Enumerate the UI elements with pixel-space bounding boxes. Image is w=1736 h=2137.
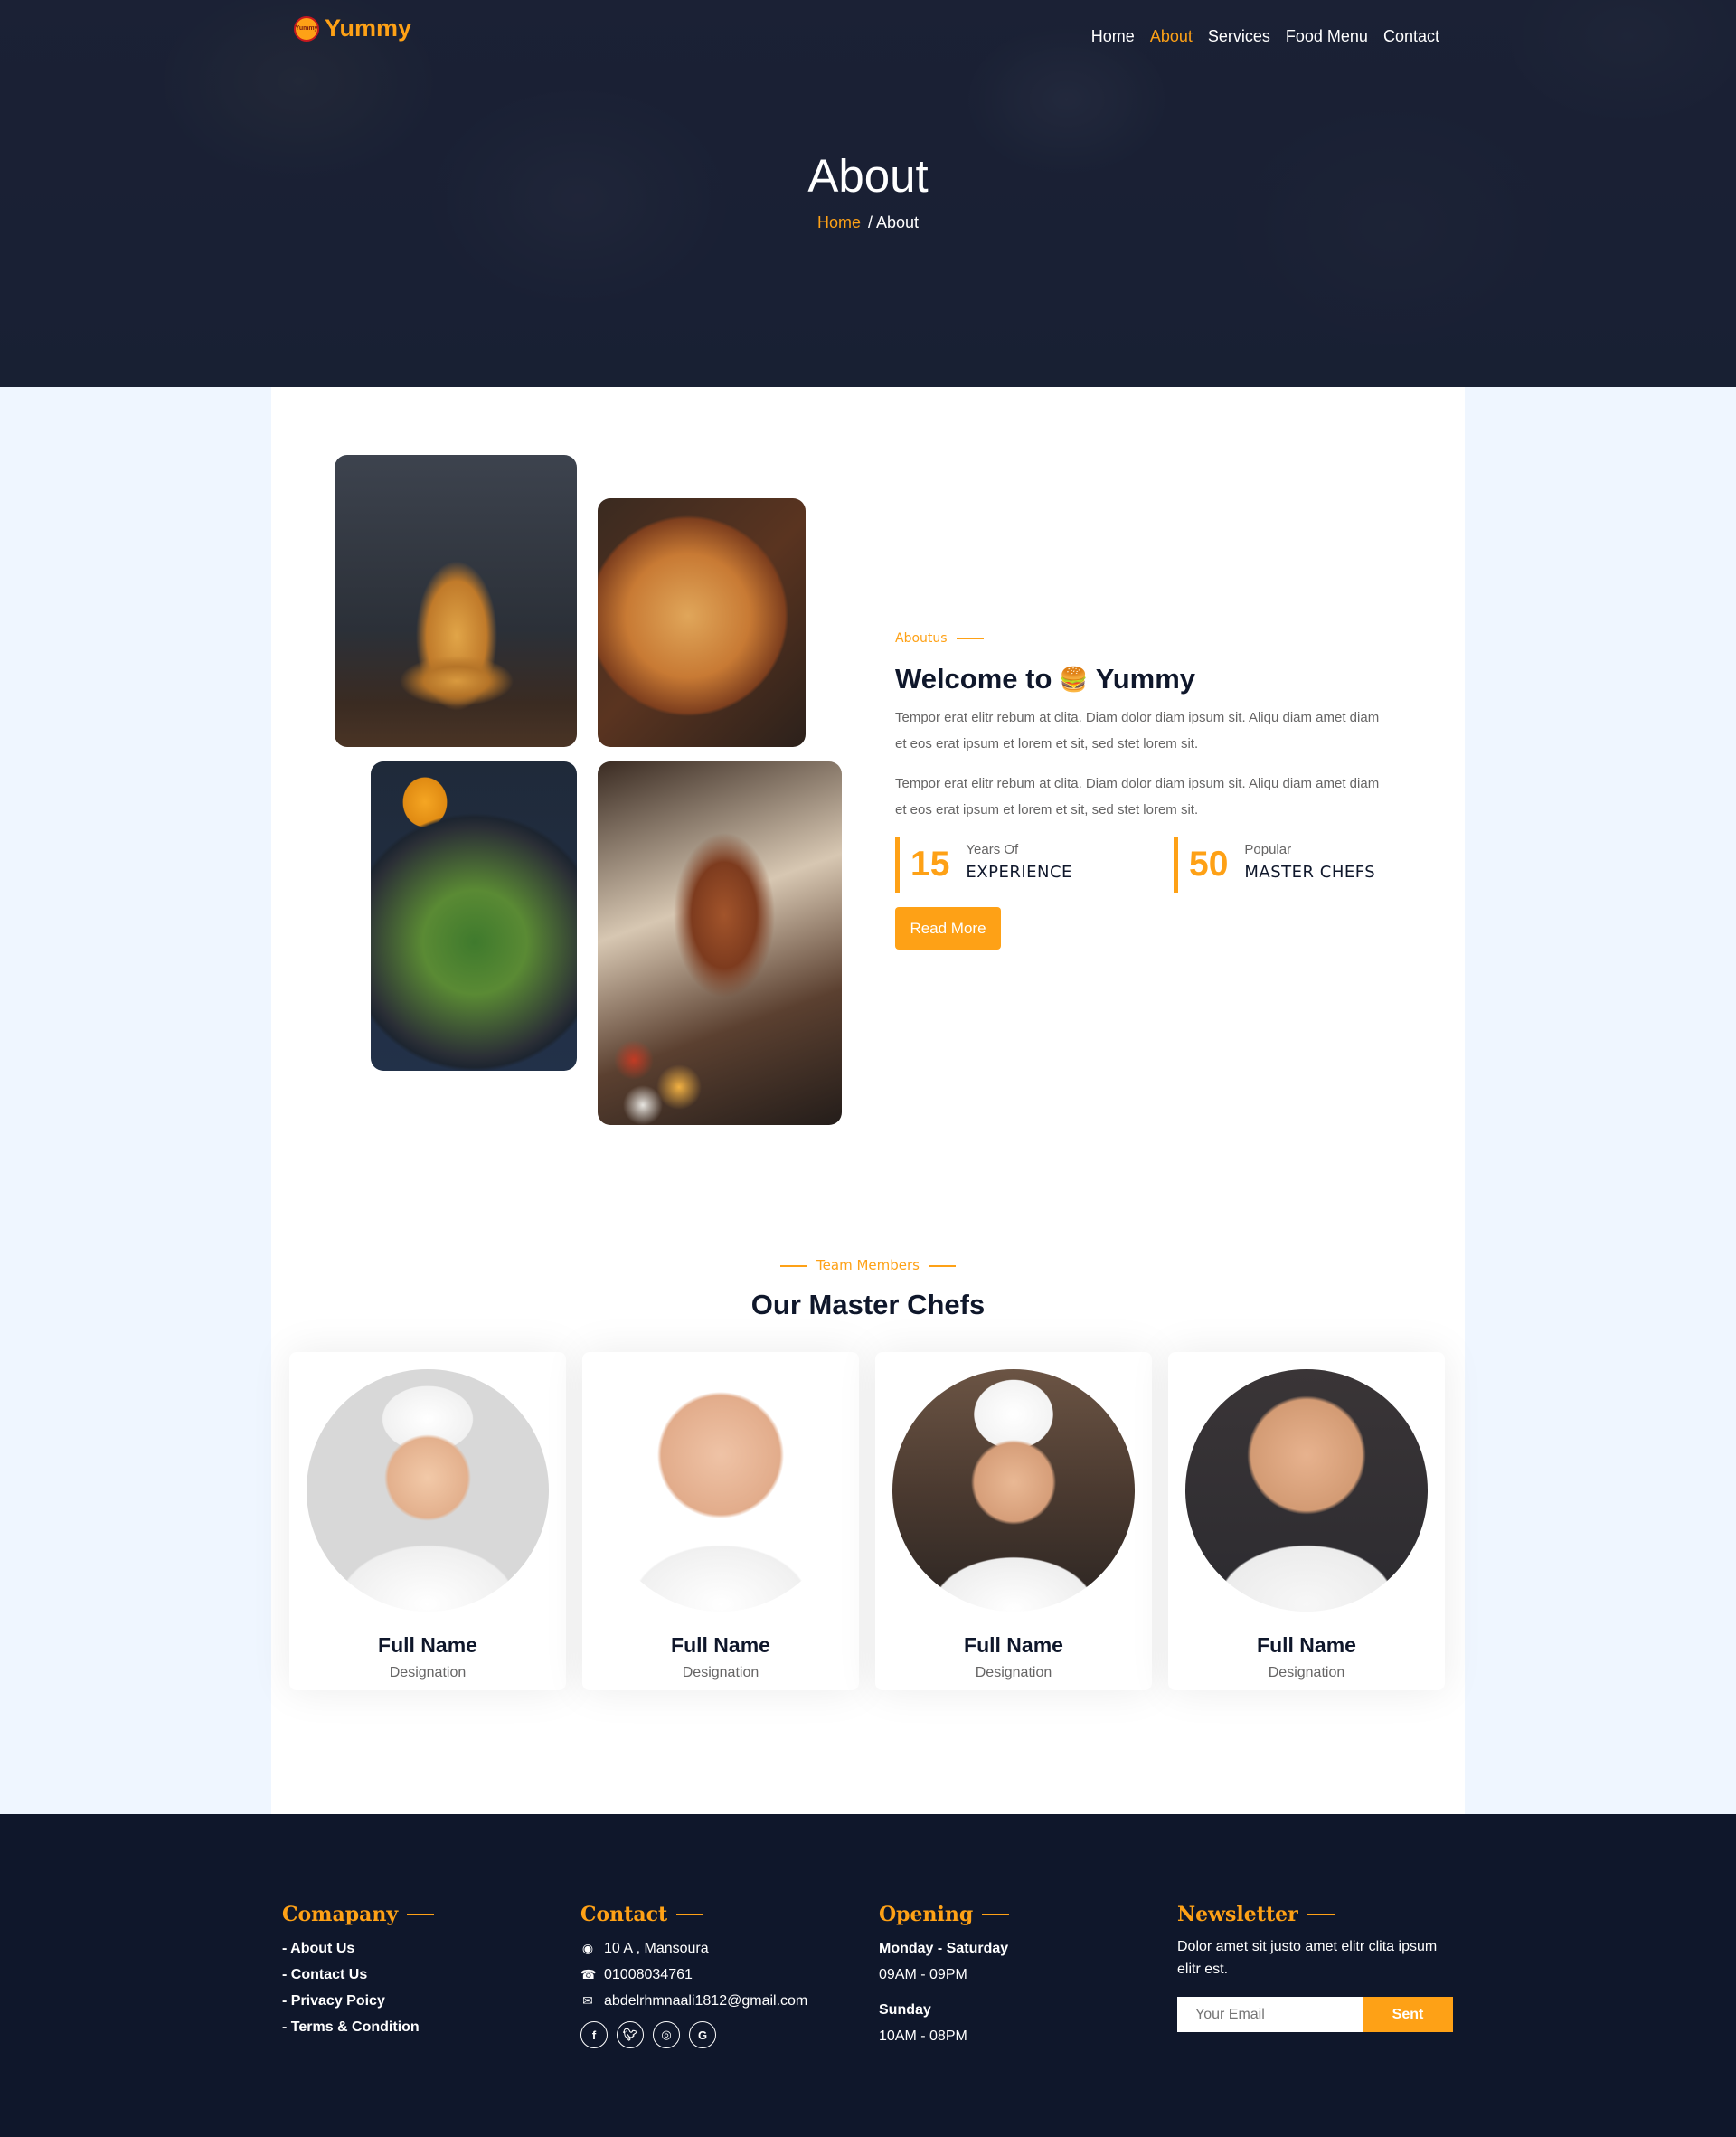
opening-days: Monday - Saturday xyxy=(879,1941,1009,1956)
read-more-button[interactable]: Read More xyxy=(895,907,1001,950)
stat-label-big: MASTER CHEFS xyxy=(1244,863,1376,882)
chef-card[interactable]: Full Name Designation xyxy=(875,1352,1152,1690)
about-paragraph-1: Tempor erat elitr rebum at clita. Diam d… xyxy=(895,710,1380,752)
about-paragraph-2: Tempor erat elitr rebum at clita. Diam d… xyxy=(895,776,1380,818)
newsletter-send-button[interactable]: Sent xyxy=(1363,1997,1453,2032)
chef-card[interactable]: Full Name Designation xyxy=(289,1352,566,1690)
map-marker-icon: ◉ xyxy=(581,1941,594,1955)
breadcrumb-separator: / xyxy=(867,213,873,232)
breadcrumb-home[interactable]: Home xyxy=(817,213,861,232)
opening-hours: 09AM - 09PM xyxy=(879,1967,967,1982)
footer-heading: Comapany xyxy=(282,1903,435,1926)
subtitle-line-right xyxy=(928,1264,956,1267)
instagram-icon[interactable]: ◎ xyxy=(653,2021,680,2048)
grill-platter-image xyxy=(598,761,842,1125)
chef-name: Full Name xyxy=(964,1633,1063,1657)
footer-link-contact[interactable]: - Contact Us xyxy=(282,1962,434,1988)
newsletter-form: Sent xyxy=(1177,1997,1453,2032)
stat-experience: 15 Years Of EXPERIENCE xyxy=(895,837,1072,893)
about-subtitle: Aboutus xyxy=(895,631,984,646)
brand-logo[interactable]: Yummy Yummy xyxy=(294,14,411,43)
stat-number: 50 xyxy=(1189,845,1229,884)
stat-label-small: Years Of xyxy=(966,842,1019,857)
footer-link-privacy[interactable]: - Privacy Poicy xyxy=(282,1988,434,2014)
chef-avatar xyxy=(1185,1369,1428,1612)
nav-home[interactable]: Home xyxy=(1091,27,1135,46)
contact-phone: ☎ 01008034761 xyxy=(580,1962,807,1988)
stat-master-chefs: 50 Popular MASTER CHEFS xyxy=(1174,837,1375,893)
newsletter-description: Dolor amet sit justo amet elitr clita ip… xyxy=(1177,1939,1438,1977)
chef-card[interactable]: Full Name Designation xyxy=(1168,1352,1445,1690)
chef-name: Full Name xyxy=(671,1633,770,1657)
nav-about[interactable]: About xyxy=(1150,27,1193,46)
twitter-icon[interactable]: 🐦︎ xyxy=(617,2021,644,2048)
footer-link-about[interactable]: - About Us xyxy=(282,1935,434,1962)
opening-days: Sunday xyxy=(879,2002,931,2018)
footer-heading: Newsletter xyxy=(1177,1903,1453,1926)
envelope-icon: ✉ xyxy=(582,1993,593,2008)
about-title: Welcome to 🍔 Yummy xyxy=(895,663,1196,695)
burger-icon: 🍔 xyxy=(1059,665,1089,693)
chef-name: Full Name xyxy=(1257,1633,1356,1657)
footer-opening: Opening Monday - Saturday 09AM - 09PM Su… xyxy=(879,1903,1010,2058)
google-icon[interactable]: G xyxy=(689,2021,716,2048)
chef-avatar xyxy=(307,1369,549,1612)
breadcrumb: Home / About xyxy=(0,213,1736,232)
opening-hours: 10AM - 08PM xyxy=(879,2028,967,2044)
pizza-image xyxy=(598,498,806,747)
footer-heading: Contact xyxy=(580,1903,807,1926)
stat-number: 15 xyxy=(910,845,950,884)
social-links: f 🐦︎ ◎ G xyxy=(580,2021,807,2048)
chef-designation: Designation xyxy=(1268,1665,1345,1680)
contact-address: ◉ 10 A , Mansoura xyxy=(580,1935,807,1962)
chef-designation: Designation xyxy=(682,1665,760,1680)
footer-link-terms[interactable]: - Terms & Condition xyxy=(282,2014,434,2040)
team-subtitle: Team Members xyxy=(0,1257,1736,1273)
footer-contact: Contact ◉ 10 A , Mansoura ☎ 01008034761 ✉ a… xyxy=(580,1903,807,2048)
nav-services[interactable]: Services xyxy=(1208,27,1270,46)
phone-icon: ☎ xyxy=(580,1967,597,1981)
footer-newsletter: Newsletter Dolor amet sit justo amet eli… xyxy=(1177,1903,1453,2032)
chef-name: Full Name xyxy=(378,1633,477,1657)
pancakes-image xyxy=(335,455,577,747)
chef-designation: Designation xyxy=(389,1665,467,1680)
subtitle-line xyxy=(956,638,984,639)
chef-card[interactable]: Full Name Designation xyxy=(582,1352,859,1690)
stat-label-big: EXPERIENCE xyxy=(966,863,1072,882)
hero-header: Yummy Yummy Home About Services Food Men… xyxy=(0,0,1736,387)
chef-avatar xyxy=(892,1369,1135,1612)
contact-email: ✉ abdelrhmnaali1812@gmail.com xyxy=(580,1988,807,2014)
subtitle-line-left xyxy=(780,1264,808,1267)
site-footer: Comapany - About Us - Contact Us - Priva… xyxy=(0,1814,1736,2137)
main-nav: Home About Services Food Menu Contact xyxy=(1091,27,1439,46)
newsletter-email-input[interactable] xyxy=(1177,1997,1363,2032)
logo-badge-icon: Yummy xyxy=(294,15,319,42)
nav-contact[interactable]: Contact xyxy=(1383,27,1439,46)
team-title: Our Master Chefs xyxy=(750,1289,986,1320)
stat-label-small: Popular xyxy=(1244,842,1292,857)
nav-food-menu[interactable]: Food Menu xyxy=(1286,27,1368,46)
footer-company: Comapany - About Us - Contact Us - Priva… xyxy=(282,1903,435,2040)
breadcrumb-current: About xyxy=(876,213,920,232)
brand-name: Yummy xyxy=(325,14,412,42)
facebook-icon[interactable]: f xyxy=(580,2021,608,2048)
footer-heading: Opening xyxy=(879,1903,1010,1926)
page-title: About xyxy=(807,150,929,202)
chef-designation: Designation xyxy=(975,1665,1052,1680)
salad-image xyxy=(371,761,577,1071)
chef-avatar xyxy=(599,1369,842,1612)
